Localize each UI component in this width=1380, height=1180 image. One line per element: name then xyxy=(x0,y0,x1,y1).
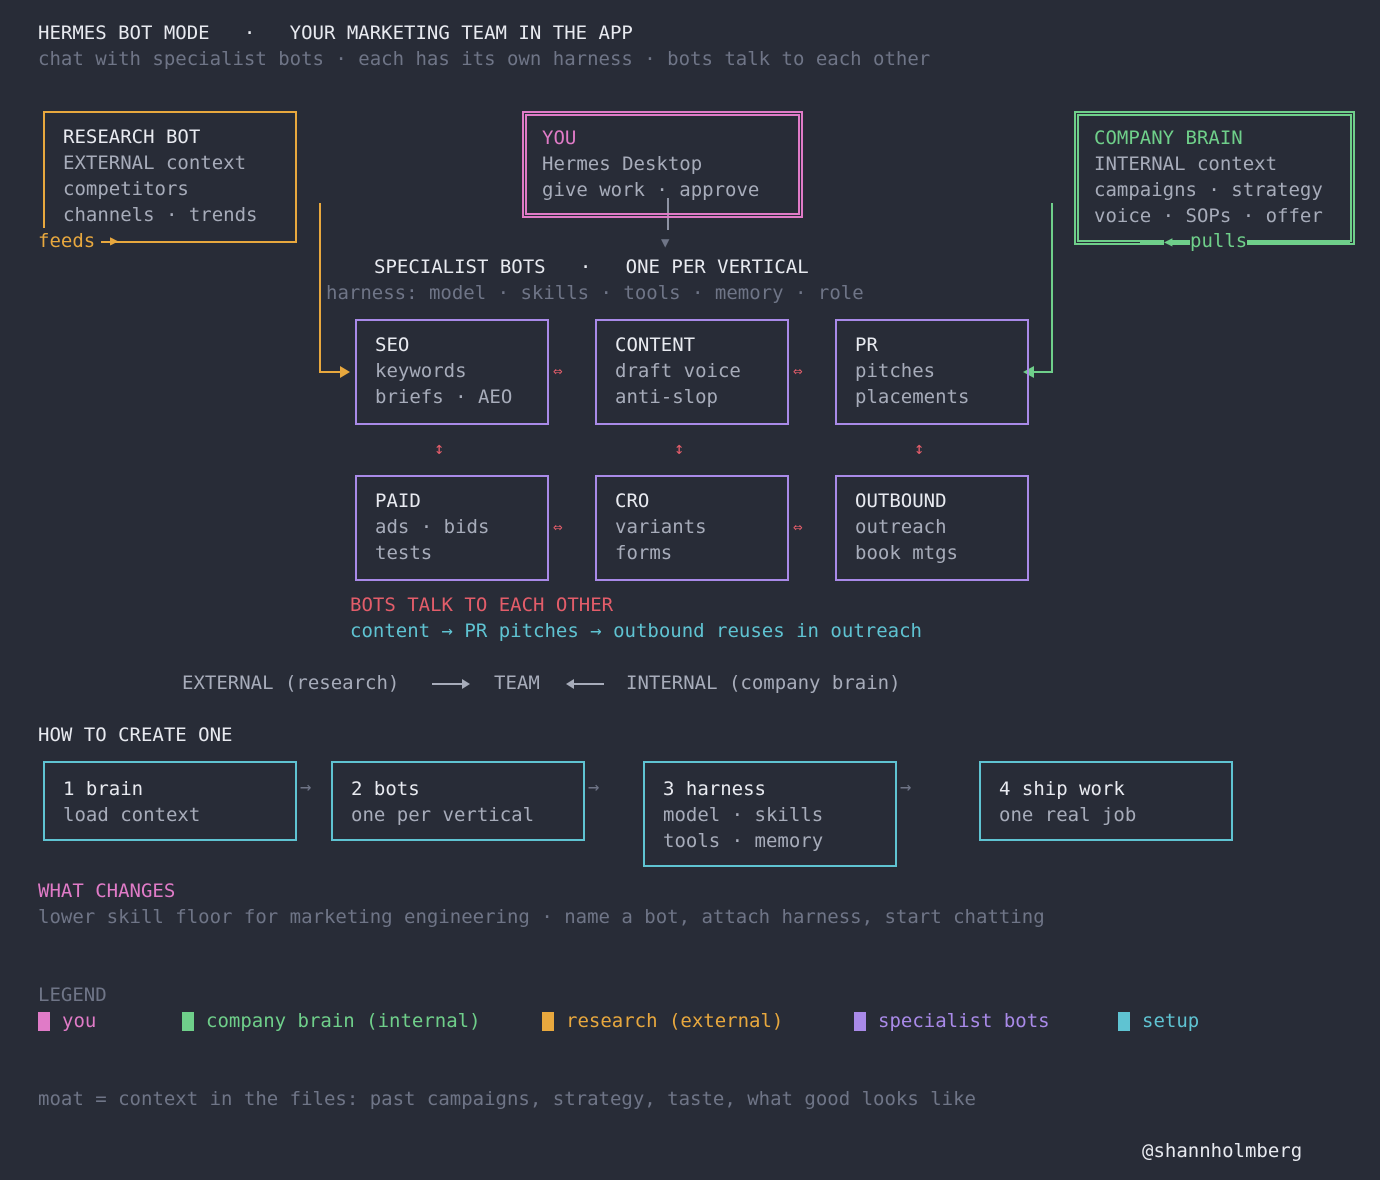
moat-line: moat = context in the files: past campai… xyxy=(38,1088,976,1110)
step-arrow-icon: → xyxy=(588,776,600,798)
legend-label: setup xyxy=(1142,1010,1200,1032)
step-line: one per vertical xyxy=(351,804,535,826)
bot-title: OUTBOUND xyxy=(855,490,947,512)
bot-title: CONTENT xyxy=(615,334,696,356)
specialists-title: SPECIALIST BOTS · ONE PER VERTICAL xyxy=(374,256,809,278)
bot-line: anti-slop xyxy=(615,386,718,408)
page-title: HERMES BOT MODE · YOUR MARKETING TEAM IN… xyxy=(38,22,633,44)
company-brain-line: INTERNAL context xyxy=(1094,153,1278,175)
step-title: 1 brain xyxy=(63,778,144,800)
step-box: 2 bots one per vertical xyxy=(331,761,585,841)
bot-line: keywords xyxy=(375,360,467,382)
legend-label: specialist bots xyxy=(878,1010,1050,1032)
bidirectional-arrow-icon: ⇔ xyxy=(553,361,563,380)
legend-label: research (external) xyxy=(566,1010,784,1032)
research-bot-line: EXTERNAL context xyxy=(63,152,247,174)
research-bot-line: channels · trends xyxy=(63,204,258,226)
talk-line: content → PR pitches → outbound reuses i… xyxy=(350,620,922,642)
bot-line: ads · bids xyxy=(375,516,490,538)
flow-external: EXTERNAL (research) xyxy=(182,672,400,694)
bidirectional-arrow-icon: ⇔ xyxy=(553,517,563,536)
talk-title: BOTS TALK TO EACH OTHER xyxy=(350,594,614,616)
step-title: 3 harness xyxy=(663,778,766,800)
bot-line: draft voice xyxy=(615,360,741,382)
you-line: give work · approve xyxy=(542,179,760,201)
step-line: load context xyxy=(63,804,201,826)
outbound-bot-box: OUTBOUND outreach book mtgs xyxy=(835,475,1029,581)
flow-team: TEAM xyxy=(494,672,540,694)
you-title: YOU xyxy=(542,127,577,149)
pulls-arrow-icon: ◀ xyxy=(1164,229,1173,255)
step-line: one real job xyxy=(999,804,1137,826)
bot-line: briefs · AEO xyxy=(375,386,513,408)
company-brain-box: COMPANY BRAIN INTERNAL context campaigns… xyxy=(1074,111,1355,245)
research-bot-title: RESEARCH BOT xyxy=(63,126,201,148)
page-subtitle: chat with specialist bots · each has its… xyxy=(38,48,931,70)
seo-bot-box: SEO keywords briefs · AEO xyxy=(355,319,549,425)
flow-internal: INTERNAL (company brain) xyxy=(626,672,901,694)
company-brain-title: COMPANY BRAIN xyxy=(1094,127,1243,149)
step-box: 3 harness model · skills tools · memory xyxy=(643,761,897,867)
legend-swatch-setup xyxy=(1118,1012,1130,1031)
bot-line: book mtgs xyxy=(855,542,958,564)
bot-title: PR xyxy=(855,334,878,356)
step-line: tools · memory xyxy=(663,830,824,852)
you-box: YOU Hermes Desktop give work · approve xyxy=(522,111,803,218)
changes-title: WHAT CHANGES xyxy=(38,880,176,902)
howto-title: HOW TO CREATE ONE xyxy=(38,724,233,746)
feeds-arrow-icon: ▶ xyxy=(110,233,119,249)
paid-bot-box: PAID ads · bids tests xyxy=(355,475,549,581)
bot-line: tests xyxy=(375,542,433,564)
bot-line: forms xyxy=(615,542,673,564)
legend-swatch-research xyxy=(542,1012,554,1031)
step-title: 4 ship work xyxy=(999,778,1125,800)
bot-line: placements xyxy=(855,386,970,408)
bot-line: variants xyxy=(615,516,707,538)
vertical-arrow-icon: ↕ xyxy=(914,439,925,459)
step-box: 1 brain load context xyxy=(43,761,297,841)
bidirectional-arrow-icon: ⇔ xyxy=(793,517,803,536)
bidirectional-arrow-icon: ⇔ xyxy=(793,361,803,380)
down-arrow-icon: ▼ xyxy=(661,235,670,251)
bot-title: PAID xyxy=(375,490,421,512)
bot-line: outreach xyxy=(855,516,947,538)
legend-swatch-you xyxy=(38,1012,50,1031)
bot-line: pitches xyxy=(855,360,936,382)
step-arrow-icon: → xyxy=(300,776,312,798)
feeds-connector-arrowhead xyxy=(340,366,350,378)
pr-bot-box: PR pitches placements xyxy=(835,319,1029,425)
external-flow-arrowhead xyxy=(462,679,470,689)
pulls-connector xyxy=(1034,203,1053,373)
step-arrow-icon: → xyxy=(900,776,912,798)
company-brain-line: voice · SOPs · offer xyxy=(1094,205,1323,227)
changes-line: lower skill floor for marketing engineer… xyxy=(38,906,1045,928)
feeds-label: feeds xyxy=(38,228,102,254)
company-brain-line: campaigns · strategy xyxy=(1094,179,1323,201)
vertical-arrow-icon: ↕ xyxy=(674,439,685,459)
step-box: 4 ship work one real job xyxy=(979,761,1233,841)
research-bot-line: competitors xyxy=(63,178,189,200)
step-line: model · skills xyxy=(663,804,824,826)
legend-label: company brain (internal) xyxy=(206,1010,481,1032)
legend-swatch-company-brain xyxy=(182,1012,194,1031)
pulls-label: pulls xyxy=(1190,228,1248,254)
research-bot-box: RESEARCH BOT EXTERNAL context competitor… xyxy=(43,111,297,243)
legend-swatch-specialist-bots xyxy=(854,1012,866,1031)
step-title: 2 bots xyxy=(351,778,420,800)
content-bot-box: CONTENT draft voice anti-slop xyxy=(595,319,789,425)
harness-line: harness: model · skills · tools · memory… xyxy=(326,282,864,304)
bot-title: SEO xyxy=(375,334,410,356)
you-line: Hermes Desktop xyxy=(542,153,703,175)
legend-title: LEGEND xyxy=(38,984,107,1006)
bot-title: CRO xyxy=(615,490,650,512)
legend-label: you xyxy=(62,1010,97,1032)
author-handle: @shannholmberg xyxy=(1142,1140,1303,1162)
internal-flow-arrowhead xyxy=(566,679,574,689)
cro-bot-box: CRO variants forms xyxy=(595,475,789,581)
vertical-arrow-icon: ↕ xyxy=(434,439,445,459)
